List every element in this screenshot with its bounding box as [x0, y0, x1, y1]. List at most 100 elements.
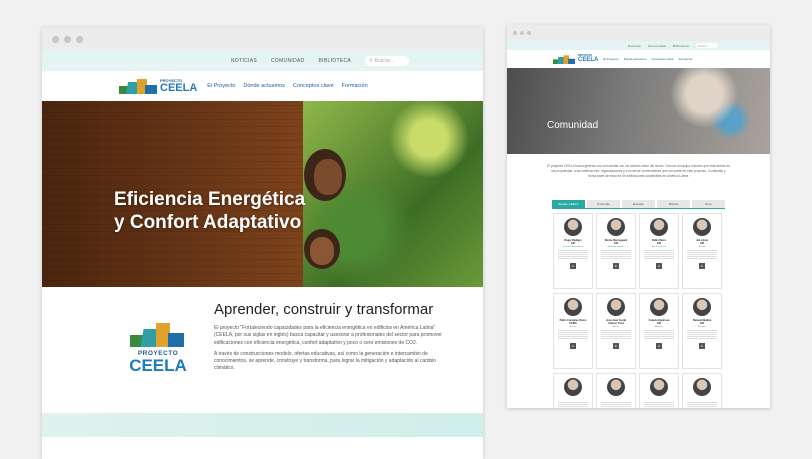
tab-peru[interactable]: Perú — [692, 200, 725, 208]
tab-ecuador[interactable]: Ecuador — [622, 200, 655, 208]
team-card: Pablo Barrs GIZ Asesor técnico in — [639, 213, 679, 289]
member-role: Director del proyecto — [562, 246, 584, 248]
member-org: GIZ — [656, 242, 662, 245]
member-org: GIZ — [570, 242, 576, 245]
member-role: Asesora técnica — [608, 246, 624, 248]
avatar — [607, 298, 625, 316]
member-org: GIZ — [656, 322, 662, 325]
member-bio — [687, 330, 717, 340]
search-icon: ⚲ — [369, 58, 373, 64]
window-dot-icon[interactable] — [520, 31, 524, 35]
window-dot-icon[interactable] — [52, 35, 59, 43]
member-bio — [558, 330, 588, 340]
team-card: Roger Rüdiger GIZ Director del proyecto in — [553, 213, 593, 289]
hero-banner: Eficiencia Energética y Confort Adaptati… — [42, 101, 483, 287]
logo-big-text: CEELA — [578, 57, 599, 64]
search-placeholder: Buscar... — [374, 58, 395, 64]
member-bio — [644, 402, 674, 408]
browser-window-comunidad: Noticias Comunidad Biblioteca Buscar PRO… — [507, 25, 770, 408]
member-org: Carbon Trust — [608, 322, 624, 325]
intro-section: PROYECTO CEELA Aprender, construir y tra… — [42, 287, 483, 437]
window-dot-icon[interactable] — [64, 35, 71, 43]
site-header: PROYECTO CEELA El Proyecto Dónde actuamo… — [42, 71, 483, 101]
member-bio — [687, 250, 717, 260]
member-bio — [558, 250, 588, 260]
avatar — [650, 298, 668, 316]
comunidad-hero: Comunidad — [507, 68, 770, 154]
main-nav: El Proyecto Dónde actuamos Conceptos cla… — [207, 83, 367, 89]
nav-item-proyecto[interactable]: El Proyecto — [207, 83, 235, 89]
nav-item-conceptos[interactable]: Conceptos clave — [651, 57, 673, 61]
team-card: in — [596, 373, 636, 408]
avatar — [564, 298, 582, 316]
intro-paragraph: A través de construcciones modelo, ofert… — [214, 350, 437, 372]
intro-logo-big: CEELA — [129, 356, 187, 375]
avatar — [607, 218, 625, 236]
window-dot-icon[interactable] — [76, 35, 83, 43]
avatar — [693, 298, 711, 316]
linkedin-icon[interactable]: in — [699, 343, 705, 349]
search-input[interactable]: Buscar — [696, 43, 718, 48]
linkedin-icon[interactable]: in — [613, 263, 619, 269]
comunidad-title: Comunidad — [547, 120, 599, 131]
nav-item-donde-actuamos[interactable]: Dónde actuamos — [624, 57, 647, 61]
avatar — [650, 218, 668, 236]
ceela-logo-icon — [119, 78, 157, 94]
hero-person-face — [314, 159, 342, 195]
util-link-comunidad[interactable]: COMUNIDAD — [271, 58, 305, 64]
linkedin-icon[interactable]: in — [613, 343, 619, 349]
ceela-logo-icon — [553, 54, 576, 64]
util-link-biblioteca[interactable]: Biblioteca — [673, 44, 689, 48]
avatar — [650, 378, 668, 396]
member-bio — [687, 402, 717, 408]
team-card: Pablo Cornelius Romo CCMA Asesor in — [553, 293, 593, 369]
member-role: Asesora — [697, 326, 707, 328]
nav-item-formacion[interactable]: Formación — [342, 83, 368, 89]
window-dot-icon[interactable] — [513, 31, 517, 35]
util-link-noticias[interactable]: NOTICIAS — [231, 58, 257, 64]
linkedin-icon[interactable]: in — [656, 343, 662, 349]
member-bio — [601, 402, 631, 408]
avatar — [693, 378, 711, 396]
site-logo[interactable]: PROYECTO CEELA — [119, 78, 197, 94]
search-input[interactable]: ⚲ Buscar... — [365, 56, 409, 66]
site-header: PROYECTO CEELA El Proyecto Dónde actuamo… — [507, 50, 770, 68]
member-bio — [558, 402, 588, 408]
nav-item-donde-actuamos[interactable]: Dónde actuamos — [243, 83, 285, 89]
member-org: CCMA — [569, 322, 577, 325]
comunidad-description: El proyecto CEELA busca generar una comu… — [547, 164, 730, 178]
tab-equipo-ceela[interactable]: Equipo CEELA — [552, 200, 585, 208]
member-org: GIZ — [699, 242, 705, 245]
linkedin-icon[interactable]: in — [699, 263, 705, 269]
member-bio — [601, 330, 631, 340]
member-bio — [644, 330, 674, 340]
nav-item-conceptos[interactable]: Conceptos clave — [293, 83, 334, 89]
member-bio — [601, 250, 631, 260]
team-grid: Roger Rüdiger GIZ Director del proyecto in N… — [553, 213, 770, 408]
tab-colombia[interactable]: Colombia — [587, 200, 620, 208]
avatar — [564, 218, 582, 236]
team-card: José Jean Cerdá Carbon Trust Asesor in — [596, 293, 636, 369]
member-org: GIZ — [613, 242, 619, 245]
member-role: Asesor — [612, 326, 620, 328]
util-link-noticias[interactable]: Noticias — [628, 44, 641, 48]
tab-mexico[interactable]: México — [657, 200, 690, 208]
util-link-comunidad[interactable]: Comunidad — [648, 44, 666, 48]
hero-person-face — [310, 237, 334, 265]
team-card: in — [639, 373, 679, 408]
nav-item-proyecto[interactable]: El Proyecto — [603, 57, 618, 61]
member-role: Asesor técnico — [651, 246, 667, 248]
window-dot-icon[interactable] — [527, 31, 531, 35]
avatar — [607, 378, 625, 396]
site-logo[interactable]: PROYECTO CEELA — [553, 54, 599, 64]
avatar — [564, 378, 582, 396]
team-card: Celeste Espinosa GIZ Asesora in — [639, 293, 679, 369]
linkedin-icon[interactable]: in — [570, 343, 576, 349]
linkedin-icon[interactable]: in — [570, 263, 576, 269]
linkedin-icon[interactable]: in — [656, 263, 662, 269]
team-card: in — [553, 373, 593, 408]
nav-item-formacion[interactable]: Formación — [679, 57, 693, 61]
util-link-biblioteca[interactable]: BIBLIOTECA — [319, 58, 351, 64]
team-card: Jan Lhota GIZ Asesor in — [682, 213, 722, 289]
member-role: Asesora — [654, 326, 664, 328]
